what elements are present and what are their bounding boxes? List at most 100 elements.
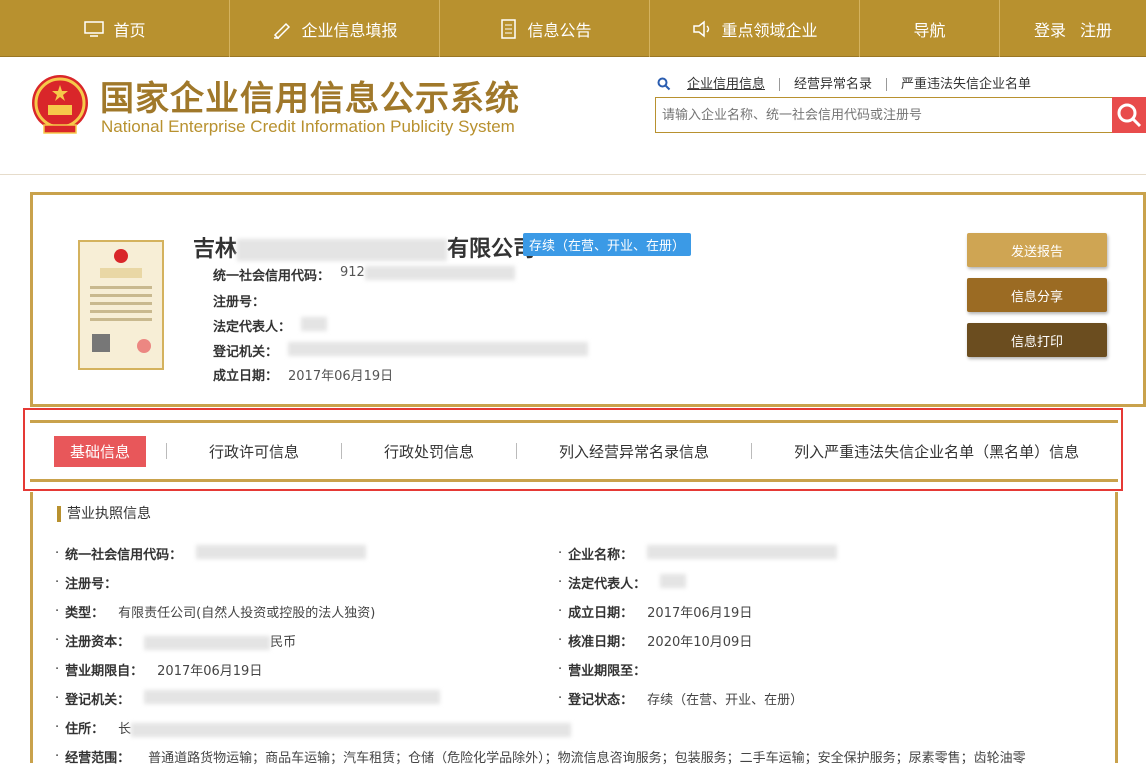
nav-announcements[interactable]: 信息公告: [440, 0, 650, 57]
license-details: 营业执照信息 · 统一社会信用代码： · 注册号： · 类型： 有限责任公司(自…: [30, 492, 1118, 766]
detail-approved: · 核准日期： 2020年10月09日: [558, 631, 752, 650]
magnifier-icon: [1117, 103, 1142, 128]
section-title: 营业执照信息: [57, 506, 151, 522]
reg-no-row: 注册号：: [213, 291, 265, 310]
search-input[interactable]: [656, 98, 1106, 132]
credit-code-label: 统一社会信用代码：: [213, 269, 331, 284]
address-start: 长: [118, 722, 132, 737]
bullet: ·: [55, 633, 60, 648]
redacted-legal-rep: [301, 316, 328, 331]
bullet: ·: [55, 575, 60, 590]
detail-value: 2017年06月19日: [647, 606, 753, 621]
detail-label: 营业期限自：: [65, 664, 144, 679]
reg-no-label: 注册号：: [213, 295, 266, 310]
detail-value: 有限责任公司(自然人投资或控股的法人独资): [118, 606, 376, 621]
nav-enterprise-report[interactable]: 企业信息填报: [230, 0, 440, 57]
redacted-value: [144, 635, 271, 650]
established-label: 成立日期：: [213, 369, 279, 384]
detail-company-name: · 企业名称：: [558, 544, 838, 563]
national-emblem-icon: [32, 75, 88, 134]
detail-reg-no: · 注册号：: [55, 573, 117, 592]
company-name: 吉林 有限公司: [193, 231, 535, 263]
bullet: ·: [55, 662, 60, 677]
login-link[interactable]: 登录: [1034, 17, 1066, 41]
company-summary-card: 吉林 有限公司 存续（在营、开业、在册） 统一社会信用代码： 912 注册号： 法…: [30, 192, 1146, 407]
detail-value: 普通道路货物运输；商品车运输；汽车租赁；仓储（危险化学品除外）；物流信息咨询服务…: [148, 751, 1026, 766]
bullet: ·: [558, 546, 563, 561]
detail-value: 存续（在营、开业、在册）: [647, 693, 804, 708]
site-header: 国家企业信用信息公示系统 National Enterprise Credit …: [0, 57, 1146, 175]
detail-term-from: · 营业期限自： 2017年06月19日: [55, 660, 262, 679]
nav-key-industries-label: 重点领域企业: [721, 20, 818, 40]
pen-icon: [274, 22, 291, 39]
detail-value: 民币: [144, 631, 296, 650]
license-image-icon: [90, 249, 152, 353]
legal-rep-row: 法定代表人：: [213, 316, 328, 335]
document-icon: [501, 18, 517, 39]
detail-authority: · 登记机关：: [55, 689, 441, 708]
nav-home-label: 首页: [113, 20, 146, 40]
detail-label: 核准日期：: [568, 635, 634, 650]
detail-type: · 类型： 有限责任公司(自然人投资或控股的法人独资): [55, 602, 375, 621]
established-value: 2017年06月19日: [288, 369, 394, 384]
search-type-tabs: 企业信用信息 经营异常名录 严重违法失信企业名单: [657, 77, 1045, 91]
detail-label: 类型：: [65, 606, 105, 621]
bullet: ·: [558, 575, 563, 590]
detail-label: 法定代表人：: [568, 577, 647, 592]
print-info-button[interactable]: 信息打印: [967, 323, 1107, 357]
company-name-end: 有限公司: [447, 237, 536, 262]
legal-rep-label: 法定代表人：: [213, 320, 292, 335]
detail-business-scope: · 经营范围： 普通道路货物运输；商品车运输；汽车租赁；仓储（危险化学品除外）；…: [55, 747, 1026, 766]
status-badge: 存续（在营、开业、在册）: [523, 233, 692, 256]
detail-term-to: · 营业期限至：: [558, 660, 646, 679]
company-name-start: 吉林: [193, 237, 238, 262]
register-link[interactable]: 注册: [1080, 17, 1112, 41]
search-icon: [657, 77, 671, 91]
detail-label: 经营范围：: [65, 751, 131, 766]
detail-value: 2020年10月09日: [647, 635, 753, 650]
detail-value: [660, 573, 687, 592]
search-box: [655, 97, 1146, 133]
search-tab-blacklist[interactable]: 严重违法失信企业名单: [887, 78, 1045, 91]
credit-code-prefix: 912: [340, 265, 365, 280]
authority-value: [288, 341, 589, 360]
send-report-button[interactable]: 发送报告: [967, 233, 1107, 267]
bullet: ·: [55, 720, 60, 735]
redacted-value: [196, 544, 367, 559]
search-tab-credit[interactable]: 企业信用信息: [673, 77, 781, 91]
detail-label: 登记状态：: [568, 693, 634, 708]
redacted-name: [237, 239, 448, 261]
detail-label: 住所：: [65, 722, 105, 737]
detail-value: 长: [118, 718, 572, 737]
detail-value: [647, 544, 838, 563]
business-license-thumbnail[interactable]: [78, 240, 164, 370]
detail-label: 注册资本：: [65, 635, 131, 650]
detail-credit-code: · 统一社会信用代码：: [55, 544, 367, 563]
legal-rep-value: [301, 316, 328, 335]
bullet: ·: [55, 604, 60, 619]
redacted-value: [131, 722, 572, 737]
nav-navigation[interactable]: 导航: [860, 0, 1000, 57]
monitor-icon: [84, 20, 105, 37]
site-subtitle: National Enterprise Credit Information P…: [101, 117, 515, 136]
detail-registered-capital: · 注册资本： 民币: [55, 631, 296, 650]
nav-navigation-label: 导航: [913, 20, 946, 40]
bullet: ·: [55, 691, 60, 706]
search-tab-abnormal[interactable]: 经营异常名录: [780, 77, 888, 91]
authority-row: 登记机关：: [213, 341, 589, 360]
detail-label: 登记机关：: [65, 693, 131, 708]
site-title: 国家企业信用信息公示系统: [100, 79, 520, 119]
bullet: ·: [55, 546, 60, 561]
detail-value: [196, 544, 367, 563]
nav-home[interactable]: 首页: [0, 0, 230, 57]
detail-label: 统一社会信用代码：: [65, 548, 183, 563]
top-nav: 首页 企业信息填报 信息公告 重点领域企业 导航 登录 注册: [0, 0, 1146, 57]
share-info-button[interactable]: 信息分享: [967, 278, 1107, 312]
nav-key-industries[interactable]: 重点领域企业: [650, 0, 860, 57]
search-button[interactable]: [1112, 97, 1146, 133]
speaker-icon: [693, 19, 710, 38]
detail-address: · 住所： 长: [55, 718, 572, 737]
redacted-value: [660, 573, 687, 588]
bullet: ·: [558, 604, 563, 619]
detail-label: 企业名称：: [568, 548, 634, 563]
